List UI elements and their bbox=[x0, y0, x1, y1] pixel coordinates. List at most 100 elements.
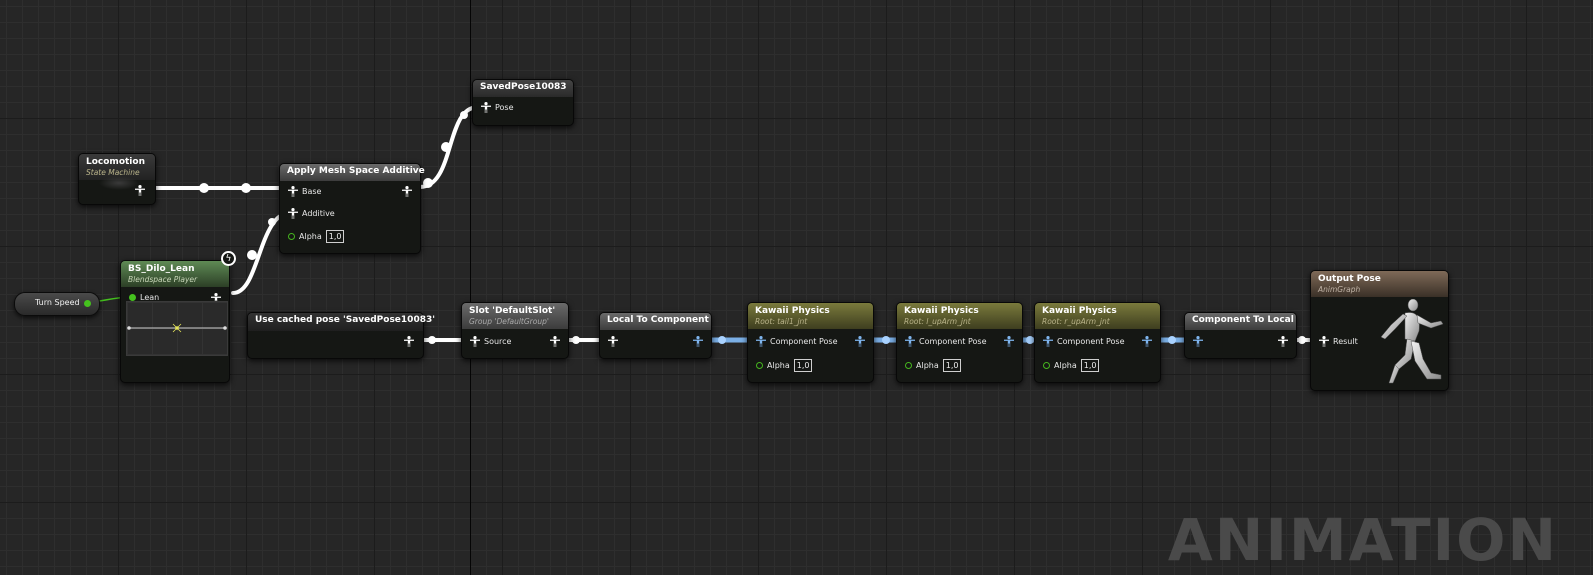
alpha-pin[interactable]: Alpha 1,0 bbox=[756, 359, 813, 372]
component-pose-label: Component Pose bbox=[1057, 337, 1125, 346]
output-pose-header: Output Pose AnimGraph bbox=[1311, 271, 1448, 297]
node-title: Output Pose bbox=[1318, 274, 1381, 284]
float-input-pin-icon bbox=[129, 294, 136, 301]
kawaii-header: Kawaii Physics Root: tail1_jnt bbox=[748, 303, 873, 329]
component-pose-output-pin-icon[interactable] bbox=[855, 336, 865, 347]
pose-input-pin-icon bbox=[288, 208, 298, 219]
ltc-header: Local To Component bbox=[600, 313, 711, 330]
node-title: Kawaii Physics bbox=[1042, 306, 1117, 316]
component-pose-pin[interactable]: Component Pose bbox=[905, 336, 987, 347]
node-title: Local To Component bbox=[607, 315, 709, 325]
locomotion-node[interactable]: Locomotion State Machine bbox=[78, 153, 156, 205]
node-subtitle: Root: tail1_jnt bbox=[755, 317, 808, 326]
component-pose-input-pin-icon bbox=[1043, 336, 1053, 347]
float-pin-icon bbox=[905, 362, 912, 369]
kawaii-physics-node-3[interactable]: Kawaii Physics Root: r_upArm_jnt Compone… bbox=[1034, 302, 1161, 383]
pose-input-pin-icon bbox=[481, 102, 491, 113]
turn-speed-output-pin[interactable] bbox=[84, 300, 91, 307]
node-title: Kawaii Physics bbox=[904, 306, 979, 316]
apply-mesh-header: Apply Mesh Space Additive bbox=[280, 164, 425, 181]
pose-input-pin-icon bbox=[1319, 336, 1329, 347]
alpha-pin[interactable]: Alpha 1,0 bbox=[905, 359, 962, 372]
component-pose-label: Component Pose bbox=[919, 337, 987, 346]
cached-pose-header: Use cached pose 'SavedPose10083' bbox=[248, 313, 435, 331]
alpha-pin-label: Alpha bbox=[916, 361, 939, 370]
node-subtitle: Group 'DefaultGroup' bbox=[469, 317, 549, 326]
animation-watermark: ANIMATION bbox=[1167, 506, 1558, 574]
slot-header: Slot 'DefaultSlot' Group 'DefaultGroup' bbox=[462, 303, 568, 329]
output-pose-node[interactable]: Output Pose AnimGraph Result bbox=[1310, 270, 1449, 391]
node-title: SavedPose10083 bbox=[480, 82, 567, 92]
component-pose-input-pin-icon bbox=[756, 336, 766, 347]
pose-input-pin-icon[interactable] bbox=[608, 336, 618, 347]
turn-speed-variable[interactable]: Turn Speed bbox=[14, 292, 100, 316]
additive-pin-label: Additive bbox=[302, 209, 335, 218]
component-pose-output-pin-icon[interactable] bbox=[1142, 336, 1152, 347]
blendspace-player-node[interactable]: BS_Dilo_Lean Blendspace Player Lean bbox=[120, 260, 230, 383]
node-subtitle: AnimGraph bbox=[1318, 285, 1361, 294]
component-pose-label: Component Pose bbox=[770, 337, 838, 346]
alpha-pin[interactable]: Alpha 1,0 bbox=[288, 230, 345, 243]
pose-output-pin-icon[interactable] bbox=[402, 186, 412, 197]
slot-node[interactable]: Slot 'DefaultSlot' Group 'DefaultGroup' … bbox=[461, 302, 569, 359]
kawaii-header: Kawaii Physics Root: r_upArm_jnt bbox=[1035, 303, 1160, 329]
alpha-value-field[interactable]: 1,0 bbox=[325, 230, 345, 243]
node-title: Slot 'DefaultSlot' bbox=[469, 306, 556, 316]
base-pin-label: Base bbox=[302, 187, 322, 196]
result-pin-label: Result bbox=[1333, 337, 1358, 346]
kawaii-physics-node-2[interactable]: Kawaii Physics Root: l_upArm_jnt Compone… bbox=[896, 302, 1023, 383]
state-machine-thumbnail bbox=[99, 176, 139, 190]
ctl-header: Component To Local bbox=[1185, 313, 1296, 330]
pose-output-pin-icon[interactable] bbox=[404, 336, 414, 347]
alpha-value-field[interactable]: 1,0 bbox=[942, 359, 962, 372]
alpha-pin-label: Alpha bbox=[1054, 361, 1077, 370]
component-pose-output-pin-icon[interactable] bbox=[1004, 336, 1014, 347]
pose-output-pin-icon[interactable] bbox=[135, 185, 145, 196]
source-pin-label: Source bbox=[484, 337, 512, 346]
lightning-icon: ϟ bbox=[221, 251, 236, 266]
additive-pin[interactable]: Additive bbox=[288, 208, 335, 219]
local-to-component-node[interactable]: Local To Component bbox=[599, 312, 712, 359]
node-title: BS_Dilo_Lean bbox=[128, 264, 195, 274]
node-subtitle: Root: r_upArm_jnt bbox=[1042, 317, 1110, 326]
component-pose-pin[interactable]: Component Pose bbox=[1043, 336, 1125, 347]
pose-pin[interactable]: Pose bbox=[481, 102, 514, 113]
node-title: Kawaii Physics bbox=[755, 306, 830, 316]
alpha-pin-label: Alpha bbox=[299, 232, 322, 241]
float-pin-icon bbox=[1043, 362, 1050, 369]
use-cached-pose-node[interactable]: Use cached pose 'SavedPose10083' bbox=[247, 312, 435, 359]
alpha-pin-label: Alpha bbox=[767, 361, 790, 370]
source-pin[interactable]: Source bbox=[470, 336, 511, 347]
alpha-value-field[interactable]: 1,0 bbox=[1080, 359, 1100, 372]
blendspace-header: BS_Dilo_Lean Blendspace Player bbox=[121, 261, 229, 287]
mannequin-icon bbox=[1380, 299, 1444, 384]
saved-pose-header: SavedPose10083 bbox=[473, 80, 573, 97]
alpha-pin[interactable]: Alpha 1,0 bbox=[1043, 359, 1100, 372]
node-subtitle: Blendspace Player bbox=[128, 275, 198, 284]
node-subtitle: Root: l_upArm_jnt bbox=[904, 317, 971, 326]
pose-output-pin-icon[interactable] bbox=[550, 336, 560, 347]
pose-output-pin-icon[interactable] bbox=[1278, 336, 1288, 347]
node-title: Component To Local bbox=[1192, 315, 1294, 325]
pose-pin-label: Pose bbox=[495, 103, 514, 112]
node-title: Use cached pose 'SavedPose10083' bbox=[255, 315, 435, 325]
pose-input-pin-icon bbox=[470, 336, 480, 347]
node-title: Apply Mesh Space Additive bbox=[287, 166, 425, 176]
component-to-local-node[interactable]: Component To Local bbox=[1184, 312, 1297, 359]
node-title: Locomotion bbox=[86, 157, 145, 167]
turn-speed-label: Turn Speed bbox=[35, 298, 80, 307]
blendspace-preview-graph bbox=[126, 301, 228, 356]
apply-mesh-space-additive-node[interactable]: Apply Mesh Space Additive Base Additive … bbox=[279, 163, 425, 254]
float-pin-icon bbox=[288, 233, 295, 240]
pose-input-pin-icon bbox=[288, 186, 298, 197]
component-pose-input-pin-icon[interactable] bbox=[1193, 336, 1203, 347]
alpha-value-field[interactable]: 1,0 bbox=[793, 359, 813, 372]
component-pose-output-pin-icon[interactable] bbox=[693, 336, 703, 347]
saved-pose-node[interactable]: SavedPose10083 Pose bbox=[472, 79, 574, 126]
kawaii-header: Kawaii Physics Root: l_upArm_jnt bbox=[897, 303, 1022, 329]
float-pin-icon bbox=[756, 362, 763, 369]
kawaii-physics-node-1[interactable]: Kawaii Physics Root: tail1_jnt Component… bbox=[747, 302, 874, 383]
result-pin[interactable]: Result bbox=[1319, 336, 1358, 347]
component-pose-pin[interactable]: Component Pose bbox=[756, 336, 838, 347]
base-pin[interactable]: Base bbox=[288, 186, 321, 197]
